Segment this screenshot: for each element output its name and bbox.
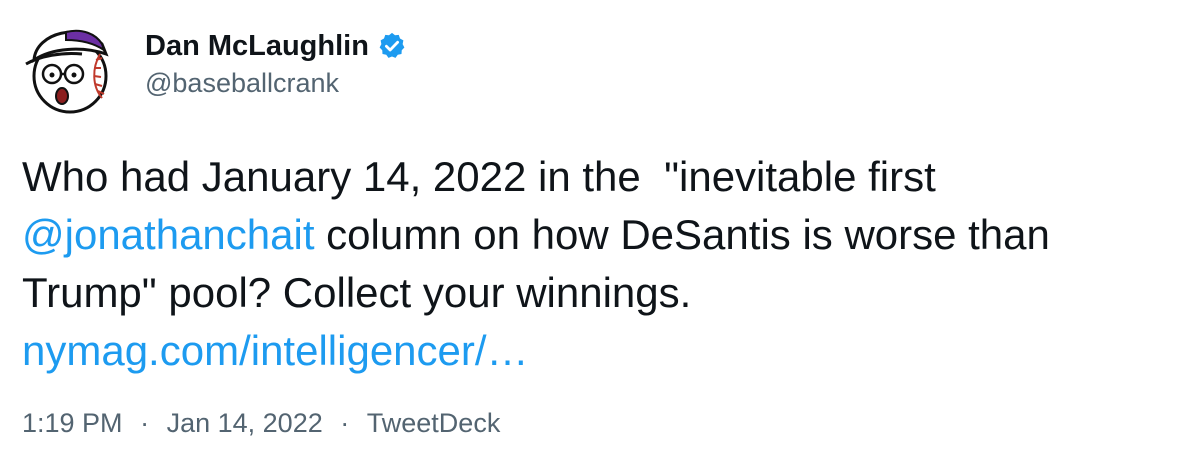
meta-separator: · (140, 408, 150, 438)
tweet-line-3: Trump" pool? Collect your winnings. (22, 269, 692, 316)
tweet-date[interactable]: Jan 14, 2022 (167, 408, 323, 439)
tweet-line-2: @jonathanchait column on how DeSantis is… (22, 206, 1187, 264)
mention-link[interactable]: @jonathanchait (22, 211, 315, 258)
user-info: Dan McLaughlin @baseballcrank (145, 26, 407, 99)
tweet-card: Dan McLaughlin @baseballcrank Who had Ja… (0, 0, 1200, 469)
meta-separator: · (340, 408, 350, 438)
display-name[interactable]: Dan McLaughlin (145, 30, 369, 63)
tweet-metadata: 1:19 PM · Jan 14, 2022 · TweetDeck (22, 408, 500, 439)
tweet-time[interactable]: 1:19 PM (22, 408, 123, 439)
tweet-line-1: Who had January 14, 2022 in the "inevita… (22, 153, 936, 200)
avatar[interactable] (22, 18, 122, 118)
user-handle[interactable]: @baseballcrank (145, 68, 407, 99)
article-link[interactable]: nymag.com/intelligencer/… (22, 322, 1187, 380)
name-row: Dan McLaughlin (145, 26, 407, 66)
verified-badge-icon (377, 31, 407, 61)
tweet-text: Who had January 14, 2022 in the "inevita… (22, 148, 1187, 380)
tweet-line-2-text: column on how DeSantis is worse than (314, 211, 1050, 258)
tweet-source[interactable]: TweetDeck (367, 408, 501, 439)
baseball-cartoon-avatar-icon (25, 29, 109, 114)
